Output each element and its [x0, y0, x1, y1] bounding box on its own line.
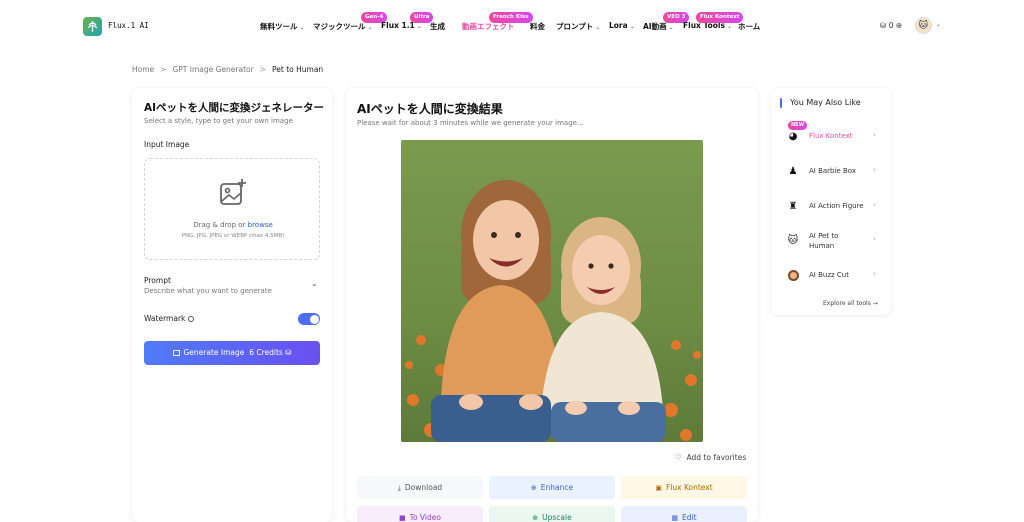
zoom-icon: ⊕ — [530, 484, 537, 492]
heart-icon: ♡ — [675, 453, 682, 462]
edit-icon: ▦ — [671, 514, 679, 522]
barbie-icon: ♟ — [788, 165, 798, 177]
browse-link[interactable]: browse — [248, 221, 273, 229]
credits-count: 0 — [888, 21, 894, 30]
related-item-label: AI Action Figure — [809, 202, 864, 210]
chevron-right-icon: › — [873, 200, 877, 209]
chevron-right-icon: > — [160, 65, 167, 74]
breadcrumb-home[interactable]: Home — [132, 65, 154, 74]
nav-home[interactable]: ホーム — [738, 21, 760, 32]
breadcrumb: Home > GPT Image Generator > Pet to Human — [132, 65, 323, 74]
nav-badge-flux-kontext: Flux Kontext — [696, 12, 744, 23]
related-item-buzz-cut[interactable]: AI Buzz Cut › — [771, 260, 891, 290]
info-icon[interactable] — [188, 316, 195, 322]
related-item-label: AI Barbie Box — [809, 167, 856, 175]
result-image[interactable] — [401, 140, 703, 442]
add-credits-icon[interactable]: ⊕ — [896, 21, 902, 30]
result-title: AIペットを人間に変換結果 — [357, 102, 503, 116]
chevron-right-icon: > — [259, 65, 267, 74]
logo-icon[interactable] — [83, 17, 102, 36]
flux-kontext-button[interactable]: ▣ Flux Kontext — [621, 476, 747, 499]
upscale-button[interactable]: ⊕ Upscale — [489, 506, 615, 522]
chevron-down-icon[interactable]: ⌄ — [311, 279, 318, 288]
dropzone-hint: PNG, JPG, JPEG or WEBP (max 4.5MB) — [181, 233, 285, 239]
image-icon — [172, 350, 180, 356]
chevron-down-icon: ⌄ — [629, 23, 635, 30]
logo-text[interactable]: Flux.1 AI — [108, 21, 149, 30]
related-item-action-figure[interactable]: ♜ AI Action Figure › — [771, 191, 891, 221]
chevron-down-icon: ⌄ — [668, 24, 674, 31]
chevron-down-icon: ⌄ — [726, 23, 732, 30]
credits-icon: ⛁ — [285, 348, 292, 357]
credits-display[interactable]: ⛁ 0 ⊕ — [880, 21, 902, 30]
chevron-down-icon: ⌄ — [416, 23, 422, 30]
haircut-icon — [787, 269, 799, 281]
generate-image-button[interactable]: Generate Image 6 Credits ⛁ — [144, 341, 320, 365]
coin-icon: ⛁ — [880, 21, 887, 30]
download-icon: ⤓ — [397, 484, 401, 492]
generator-panel: AIペットを人間に変換ジェネレーター Select a style, type … — [132, 88, 332, 522]
add-to-favorites[interactable]: ♡ Add to favorites — [675, 453, 746, 462]
nav-pricing[interactable]: 料金 — [530, 21, 545, 32]
breadcrumb-gpt-image[interactable]: GPT Image Generator — [172, 65, 253, 74]
dropzone-text: Drag & drop or browse — [193, 221, 273, 229]
related-item-pet-to-human[interactable]: 🐱 AI Pet to Human › — [771, 225, 891, 255]
image-icon: ▣ — [655, 484, 662, 492]
result-panel: AIペットを人間に変換結果 Please wait for about 3 mi… — [346, 88, 758, 522]
related-item-label: AI Buzz Cut — [809, 271, 849, 279]
chevron-down-icon[interactable]: ⌄ — [936, 21, 941, 28]
image-add-icon — [219, 178, 247, 210]
result-subtitle: Please wait for about 3 minutes while we… — [357, 119, 584, 127]
prompt-subtitle: Describe what you want to generate — [144, 287, 272, 295]
watermark-label: Watermark — [144, 314, 195, 323]
nav-badge-french-kiss: French Kiss — [489, 12, 533, 23]
input-image-label: Input Image — [144, 140, 190, 149]
generator-title: AIペットを人間に変換ジェネレーター — [144, 102, 325, 114]
breadcrumb-current: Pet to Human — [272, 65, 324, 74]
explore-all-tools-link[interactable]: Explore all tools → — [823, 300, 878, 307]
cat-avatar-icon: 🐱 — [918, 20, 929, 31]
toggle-knob — [309, 314, 319, 324]
nav-prompts[interactable]: プロンプト ⌄ — [556, 21, 600, 32]
related-item-flux-kontext[interactable]: ◕ Flux Kontext › — [771, 121, 891, 151]
related-item-barbie-box[interactable]: ♟ AI Barbie Box › — [771, 156, 891, 186]
nav-generate[interactable]: 生成 — [430, 21, 445, 32]
generator-subtitle: Select a style, type to get your own ima… — [144, 117, 293, 125]
top-header: Flux.1 AI 無料ツール ⌄ マジックツール ⌄ Gen-4 Flux 1.1… — [0, 0, 1024, 52]
to-video-button[interactable]: ■ To Video — [357, 506, 483, 522]
chevron-down-icon: ⌄ — [595, 24, 601, 31]
chevron-right-icon: › — [873, 130, 877, 139]
watermark-toggle[interactable] — [298, 313, 320, 325]
chevron-right-icon: › — [873, 234, 877, 243]
cat-icon: 🐱 — [787, 234, 799, 246]
figure-icon: ♜ — [788, 200, 798, 212]
chevron-right-icon: › — [873, 269, 877, 278]
kontext-icon: ◕ — [788, 130, 798, 142]
section-accent-bar — [780, 98, 782, 108]
chevron-down-icon: ⌄ — [299, 24, 305, 31]
related-tools-panel: You May Also Like NEW ◕ Flux Kontext › ♟… — [771, 88, 891, 315]
chevron-down-icon: ⌄ — [367, 24, 373, 31]
image-dropzone[interactable]: Drag & drop or browse PNG, JPG, JPEG or … — [144, 158, 320, 260]
zoom-icon: ⊕ — [532, 514, 539, 522]
download-button[interactable]: ⤓ Download — [357, 476, 483, 499]
enhance-button[interactable]: ⊕ Enhance — [489, 476, 615, 499]
avatar[interactable]: 🐱 — [915, 17, 932, 34]
prompt-label[interactable]: Prompt — [144, 276, 171, 285]
chevron-right-icon: › — [873, 165, 877, 174]
video-icon: ■ — [399, 514, 406, 522]
nav-lora[interactable]: Lora ⌄ — [609, 21, 635, 30]
related-item-label: Flux Kontext — [809, 132, 853, 140]
edit-button[interactable]: ▦ Edit — [621, 506, 747, 522]
nav-free-tools[interactable]: 無料ツール ⌄ — [260, 21, 305, 32]
related-tools-title: You May Also Like — [790, 98, 861, 107]
related-item-label: AI Pet to Human — [809, 232, 839, 250]
arrow-right-icon: → — [872, 300, 878, 307]
